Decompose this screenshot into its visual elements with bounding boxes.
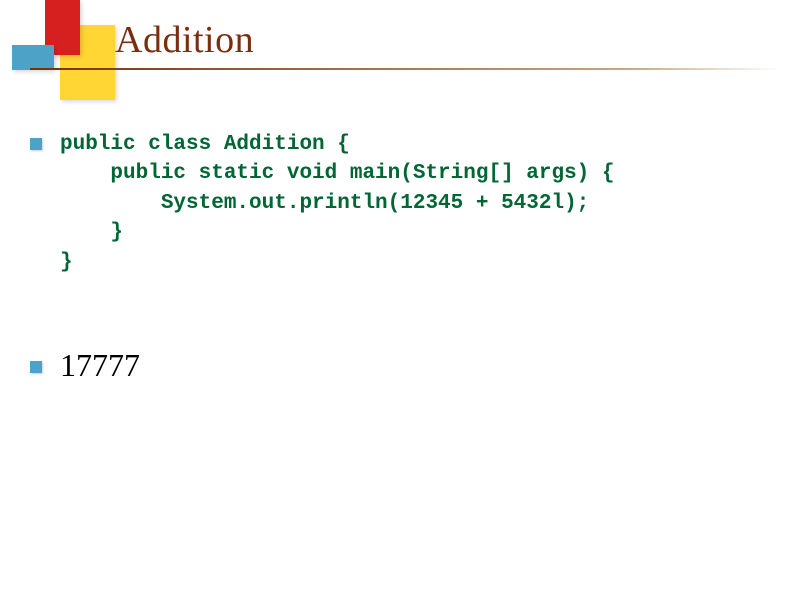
code-bullet-row: public class Addition { public static vo…: [30, 130, 770, 277]
slide-title: Addition: [115, 18, 254, 62]
output-text: 17777: [60, 347, 140, 384]
code-line-4: }: [60, 221, 123, 244]
content-area: public class Addition { public static vo…: [30, 130, 770, 384]
code-line-3: System.out.println(12345 + 5432l);: [60, 192, 589, 215]
bullet-icon: [30, 138, 42, 150]
code-line-5: }: [60, 251, 73, 274]
code-line-2: public static void main(String[] args) {: [60, 162, 615, 185]
title-area: Addition: [0, 18, 800, 78]
title-underline: [30, 68, 780, 70]
output-bullet-row: 17777: [30, 347, 770, 384]
code-block: public class Addition { public static vo…: [60, 130, 615, 277]
bullet-icon: [30, 361, 42, 373]
code-line-1: public class Addition {: [60, 133, 350, 156]
